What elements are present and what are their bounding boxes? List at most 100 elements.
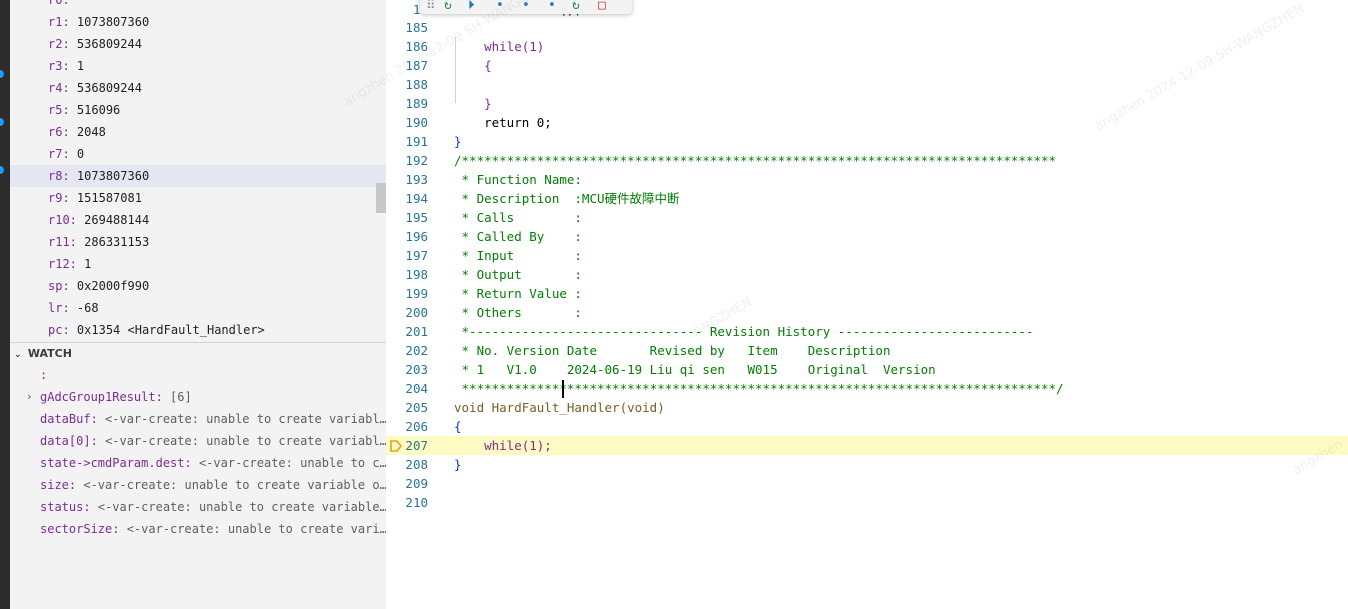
code-line[interactable]: 190 return 0; xyxy=(386,113,1348,132)
watch-expression: dataBuf: xyxy=(40,412,98,426)
register-name: r9: xyxy=(48,191,70,205)
watch-value: <-var-create: unable to create variable… xyxy=(90,500,386,514)
step-over-icon[interactable]: ⏵ xyxy=(468,0,475,13)
code-line[interactable]: 208} xyxy=(386,455,1348,474)
line-number: 187 xyxy=(405,58,428,73)
watch-section-header[interactable]: ⌄ WATCH xyxy=(14,345,72,363)
line-code: ****************************************… xyxy=(454,381,1064,396)
register-value: 286331153 xyxy=(84,235,150,249)
register-name: sp: xyxy=(48,279,70,293)
code-line-current[interactable]: 207 while(1); xyxy=(386,436,1348,455)
step-into-icon[interactable]: • xyxy=(496,0,504,13)
line-code: * 1 V1.0 2024-06-19 Liu qi sen W015 Orig… xyxy=(454,362,936,377)
register-row[interactable]: r10: 269488144 xyxy=(10,209,386,231)
activity-indicator-icon[interactable] xyxy=(0,118,4,126)
code-line[interactable]: 209 xyxy=(386,474,1348,493)
register-row-selected[interactable]: r8: 1073807360 xyxy=(10,165,386,187)
register-row[interactable]: pc: 0x1354 <HardFault_Handler> xyxy=(10,319,386,341)
watch-item[interactable]: sectorSize: <-var-create: unable to crea… xyxy=(10,518,386,540)
code-line[interactable]: 186 while(1) xyxy=(386,37,1348,56)
continue-icon[interactable]: ↻ xyxy=(444,0,452,13)
register-value: 0x2000f990 xyxy=(76,279,150,293)
register-row[interactable]: r9: 151587081 xyxy=(10,187,386,209)
register-name: r3: xyxy=(48,59,70,73)
watch-item[interactable]: dataBuf: <-var-create: unable to create … xyxy=(10,408,386,430)
line-number: 188 xyxy=(405,77,428,92)
line-number: 192 xyxy=(405,153,428,168)
register-row[interactable]: r7: 0 xyxy=(10,143,386,165)
code-line[interactable]: 204 ************************************… xyxy=(386,379,1348,398)
activity-indicator-icon[interactable] xyxy=(0,70,4,78)
watch-item[interactable]: status: <-var-create: unable to create v… xyxy=(10,496,386,518)
watch-item[interactable]: : xyxy=(10,364,386,386)
code-line[interactable]: 202 * No. Version Date Revised by Item D… xyxy=(386,341,1348,360)
watch-expression: : xyxy=(40,368,48,382)
watch-item[interactable]: state->cmdParam.dest: <-var-create: unab… xyxy=(10,452,386,474)
code-line[interactable]: 188 xyxy=(386,75,1348,94)
register-name: r2: xyxy=(48,37,70,51)
line-number: 196 xyxy=(405,229,428,244)
chevron-right-icon[interactable]: › xyxy=(26,386,33,408)
code-line[interactable]: 205 void HardFault_Handler(void) xyxy=(386,398,1348,417)
line-code: { xyxy=(454,419,462,434)
code-line[interactable]: 187 { xyxy=(386,56,1348,75)
step-back-icon[interactable]: • xyxy=(548,0,556,13)
code-line[interactable]: 192 /************************************… xyxy=(386,151,1348,170)
code-line[interactable]: 191} xyxy=(386,132,1348,151)
code-line[interactable]: 210 xyxy=(386,493,1348,512)
watch-item[interactable]: size: <-var-create: unable to create var… xyxy=(10,474,386,496)
register-name: r1: xyxy=(48,15,70,29)
code-line[interactable]: 196 * Called By : xyxy=(386,227,1348,246)
register-row[interactable]: r12: 1 xyxy=(10,253,386,275)
stop-icon[interactable]: □ xyxy=(598,0,606,13)
code-line[interactable]: 206 { xyxy=(386,417,1348,436)
watch-expression: status: xyxy=(40,500,91,514)
line-code: * Return Value : xyxy=(454,286,582,301)
debug-toolbar: ⠿ ↻ ⏵ • • • ↻ □ xyxy=(420,0,632,14)
watch-item[interactable]: data[0]: <-var-create: unable to create … xyxy=(10,430,386,452)
step-out-icon[interactable]: • xyxy=(522,0,530,13)
line-number: 194 xyxy=(405,191,428,206)
register-row[interactable]: r3: 1 xyxy=(10,55,386,77)
registers-scrollbar[interactable] xyxy=(376,183,386,213)
register-row[interactable]: sp: 0x2000f990 xyxy=(10,275,386,297)
register-row[interactable]: r11: 286331153 xyxy=(10,231,386,253)
register-name: r7: xyxy=(48,147,70,161)
code-line[interactable]: 194 * Description :MCU硬件故障中断 xyxy=(386,189,1348,208)
code-line[interactable]: 193 * Function Name: xyxy=(386,170,1348,189)
line-number: 193 xyxy=(405,172,428,187)
register-value: 2048 xyxy=(76,125,106,139)
line-code: * Output : xyxy=(454,267,582,282)
line-number: 202 xyxy=(405,343,428,358)
register-row[interactable]: r4: 536809244 xyxy=(10,77,386,99)
register-row[interactable]: lr: -68 xyxy=(10,297,386,319)
activity-indicator-icon[interactable] xyxy=(0,166,4,174)
code-line[interactable]: 199 * Return Value : xyxy=(386,284,1348,303)
register-name: r0: xyxy=(48,0,70,7)
line-code: /***************************************… xyxy=(454,153,1057,168)
code-line[interactable]: 198 * Output : xyxy=(386,265,1348,284)
code-line[interactable]: 185 xyxy=(386,18,1348,37)
text-cursor xyxy=(562,380,564,398)
line-code: void HardFault_Handler(void) xyxy=(454,400,665,415)
register-row[interactable]: r0: xyxy=(10,0,386,11)
restart-icon[interactable]: ↻ xyxy=(572,0,580,13)
panel-divider xyxy=(10,342,386,343)
register-row[interactable]: r6: 2048 xyxy=(10,121,386,143)
drag-handle-icon[interactable]: ⠿ xyxy=(426,0,436,13)
code-line[interactable]: 189 } xyxy=(386,94,1348,113)
code-line[interactable]: 197 * Input : xyxy=(386,246,1348,265)
watch-value: [6] xyxy=(162,390,192,404)
code-line[interactable]: 203 * 1 V1.0 2024-06-19 Liu qi sen W015 … xyxy=(386,360,1348,379)
register-name: lr: xyxy=(48,301,70,315)
code-line[interactable]: 200 * Others : xyxy=(386,303,1348,322)
register-row[interactable]: r5: 516096 xyxy=(10,99,386,121)
line-code: } xyxy=(454,134,462,149)
line-code: } xyxy=(454,457,462,472)
register-row[interactable]: r2: 536809244 xyxy=(10,33,386,55)
register-row[interactable]: r1: 1073807360 xyxy=(10,11,386,33)
chevron-down-icon[interactable]: ⌄ xyxy=(14,346,24,364)
code-line[interactable]: 201 *------------------------------- Rev… xyxy=(386,322,1348,341)
watch-item[interactable]: › gAdcGroup1Result: [6] xyxy=(10,386,386,408)
code-line[interactable]: 195 * Calls : xyxy=(386,208,1348,227)
